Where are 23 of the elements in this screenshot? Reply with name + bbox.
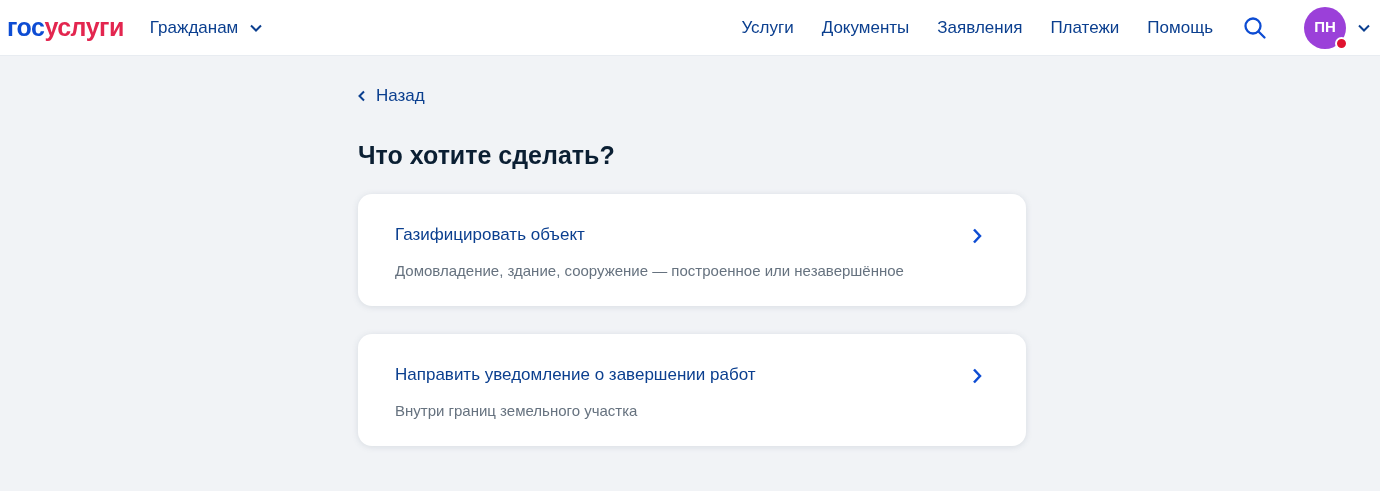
chevron-left-icon	[358, 89, 366, 102]
chevron-right-icon	[972, 368, 982, 384]
nav-link[interactable]: Платежи	[1050, 14, 1120, 41]
option-description: Внутри границ земельного участка	[395, 400, 639, 421]
option-title: Направить уведомление о завершении работ	[395, 364, 757, 386]
option-card[interactable]: Газифицировать объект Домовладение, здание, сооружение — построенное или незавершённое	[358, 194, 1026, 306]
back-link[interactable]: Назад	[358, 83, 425, 109]
nav-link[interactable]: Заявления	[937, 14, 1023, 41]
chevron-right-icon	[972, 228, 982, 244]
search-icon[interactable]	[1243, 15, 1267, 40]
profile-menu[interactable]: ПН	[1304, 6, 1370, 49]
chevron-down-icon	[250, 23, 263, 32]
option-card[interactable]: Направить уведомление о завершении работ Внутри границ земельного участка	[358, 334, 1026, 446]
audience-menu[interactable]: Гражданам	[149, 14, 263, 41]
nav-link[interactable]: Помощь	[1147, 14, 1213, 41]
option-title: Газифицировать объект	[395, 224, 586, 246]
nav-link[interactable]: Документы	[821, 14, 910, 41]
chevron-down-icon	[1358, 23, 1370, 32]
avatar-initials: ПН	[1314, 17, 1336, 38]
nav-link[interactable]: Услуги	[741, 14, 794, 41]
option-description: Домовладение, здание, сооружение — построенное или незавершённое	[395, 260, 905, 281]
logo[interactable]: госуслуги	[7, 15, 124, 40]
page-title: Что хотите сделать?	[358, 139, 616, 171]
